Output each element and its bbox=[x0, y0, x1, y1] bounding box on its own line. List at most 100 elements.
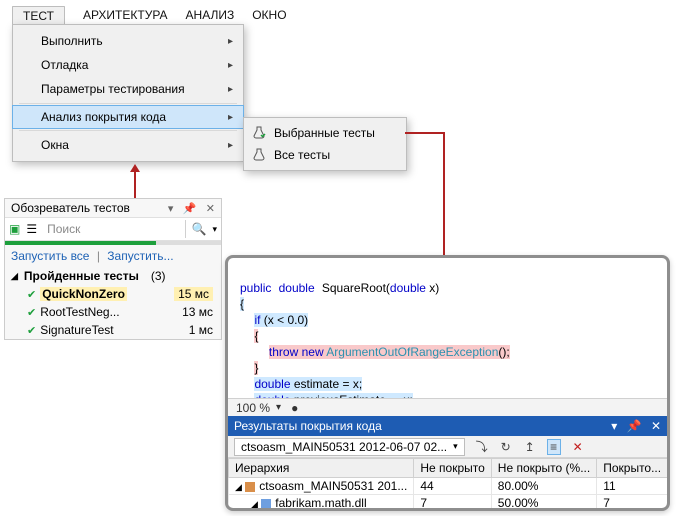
arrowhead-up-icon bbox=[130, 164, 140, 172]
submenu-all-tests[interactable]: Все тесты bbox=[244, 144, 406, 166]
dll-icon bbox=[261, 499, 271, 509]
table-row[interactable]: ◢ ctsoasm_MAIN50531 201... 44 80.00% 11 bbox=[229, 478, 668, 495]
chevron-right-icon: ▸ bbox=[228, 36, 233, 47]
dropdown-arrow-icon[interactable]: ▾ bbox=[611, 419, 617, 433]
code-token: ArgumentOutOfRangeException bbox=[326, 345, 498, 359]
code-token: double bbox=[390, 281, 426, 295]
test-item[interactable]: ✔QuickNonZero 15 мс bbox=[5, 285, 221, 303]
pin-icon[interactable]: 📌 bbox=[627, 419, 642, 433]
test-duration: 15 мс bbox=[174, 287, 213, 301]
test-list: ✔QuickNonZero 15 мс ✔RootTestNeg... 13 м… bbox=[5, 285, 221, 339]
dropdown-arrow-icon[interactable]: ▾ bbox=[212, 224, 217, 235]
menu-run[interactable]: Выполнить ▸ bbox=[13, 29, 243, 53]
pass-icon: ✔ bbox=[27, 307, 36, 319]
row-not-covered: 44 bbox=[414, 478, 491, 495]
menu-code-coverage[interactable]: Анализ покрытия кода▸ bbox=[12, 105, 244, 129]
pass-icon: ✔ bbox=[27, 289, 36, 301]
code-coverage-submenu: Выбранные тесты Все тесты bbox=[243, 117, 407, 171]
editor-coverage-frame: public double SquareRoot(double x) { if … bbox=[225, 255, 670, 511]
run-all-link[interactable]: Запустить все bbox=[11, 249, 89, 263]
test-item[interactable]: ✔ SignatureTest 1 мс bbox=[5, 321, 221, 339]
chevron-right-icon: ▸ bbox=[228, 140, 233, 151]
col-not-covered[interactable]: Не покрыто bbox=[414, 459, 491, 478]
coverage-results-title: Результаты покрытия кода bbox=[234, 419, 382, 433]
toggle-color-highlight-icon[interactable]: ≡ bbox=[547, 439, 561, 455]
submenu-selected-label: Выбранные тесты bbox=[274, 126, 375, 140]
flask-check-icon bbox=[252, 126, 266, 140]
code-token: (x < 0.0) bbox=[260, 313, 308, 327]
menu-windows[interactable]: Окна▸ bbox=[13, 133, 243, 157]
dropdown-arrow-icon[interactable]: ▾ bbox=[168, 203, 174, 215]
col-hierarchy[interactable]: Иерархия bbox=[229, 459, 414, 478]
row-not-covered-pct: 50.00% bbox=[491, 495, 596, 512]
menu-debug-label: Отладка bbox=[41, 58, 88, 72]
close-icon[interactable]: ✕ bbox=[651, 419, 661, 433]
group-count: (3) bbox=[151, 269, 166, 283]
row-covered: 11 bbox=[597, 478, 668, 495]
nav-bullet-icon[interactable]: ● bbox=[291, 401, 298, 415]
zoom-level[interactable]: 100 % bbox=[236, 401, 270, 415]
code-token: double bbox=[279, 281, 315, 295]
close-icon[interactable]: ✕ bbox=[206, 203, 215, 215]
pass-icon: ✔ bbox=[27, 325, 36, 337]
group-by-icon[interactable]: ☰ bbox=[26, 222, 37, 236]
group-passed-label: Пройденные тесты bbox=[24, 269, 139, 283]
test-name: SignatureTest bbox=[40, 323, 113, 337]
code-token: throw bbox=[269, 345, 298, 359]
expand-icon[interactable]: ◢ bbox=[235, 482, 242, 492]
flask-icon bbox=[252, 148, 266, 162]
menu-separator bbox=[19, 130, 237, 131]
code-token: double bbox=[254, 377, 290, 391]
code-token: { bbox=[254, 329, 258, 343]
annotation-line bbox=[405, 132, 445, 134]
col-covered[interactable]: Покрыто... bbox=[597, 459, 668, 478]
col-not-covered-pct[interactable]: Не покрыто (%... bbox=[491, 459, 596, 478]
code-token: public bbox=[240, 281, 271, 295]
zoom-strip: 100 % ▾ ● bbox=[228, 398, 667, 416]
code-token: estimate = x; bbox=[291, 377, 363, 391]
export-icon[interactable]: ↥ bbox=[523, 440, 537, 454]
submenu-all-label: Все тесты bbox=[274, 148, 330, 162]
menu-code-coverage-label: Анализ покрытия кода bbox=[41, 110, 166, 124]
menu-debug[interactable]: Отладка ▸ bbox=[13, 53, 243, 77]
coverage-toolbar: ctsoasm_MAIN50531 2012-06-07 02... ▾ ⤵ ↻… bbox=[228, 436, 667, 458]
chevron-right-icon: ▸ bbox=[228, 84, 233, 95]
assembly-icon bbox=[245, 482, 255, 492]
chevron-right-icon: ▸ bbox=[228, 60, 233, 71]
code-token: { bbox=[240, 297, 244, 311]
row-name: ctsoasm_MAIN50531 201... bbox=[259, 479, 407, 493]
run-link[interactable]: Запустить... bbox=[107, 249, 173, 263]
test-explorer-panel: Обозреватель тестов ▾ 📌 ✕ ▣ ☰ Поиск 🔍 ▾ … bbox=[4, 198, 222, 340]
menu-test-settings[interactable]: Параметры тестирования▸ bbox=[13, 77, 243, 101]
code-token: (); bbox=[498, 345, 509, 359]
chevron-down-icon: ▾ bbox=[453, 441, 458, 452]
expand-icon[interactable]: ◢ bbox=[251, 499, 258, 509]
import-icon[interactable]: ⤵ bbox=[475, 438, 489, 455]
test-menu-dropdown: Выполнить ▸ Отладка ▸ Параметры тестирован… bbox=[12, 24, 244, 162]
test-duration: 1 мс bbox=[189, 323, 213, 337]
menu-run-label: Выполнить bbox=[41, 34, 103, 48]
row-not-covered-pct: 80.00% bbox=[491, 478, 596, 495]
test-item[interactable]: ✔RootTestNeg... 13 мс bbox=[5, 303, 221, 321]
code-token: SquareRoot( bbox=[322, 281, 390, 295]
table-row[interactable]: ◢ fabrikam.math.dll 7 50.00% 7 bbox=[229, 495, 668, 512]
collapse-icon[interactable]: ◢ bbox=[11, 271, 18, 282]
submenu-selected-tests[interactable]: Выбранные тесты bbox=[244, 122, 406, 144]
chevron-down-icon[interactable]: ▾ bbox=[276, 402, 281, 413]
pin-icon[interactable]: 📌 bbox=[183, 203, 197, 215]
test-name: RootTestNeg... bbox=[40, 305, 119, 319]
code-token: x) bbox=[426, 281, 439, 295]
results-dropdown[interactable]: ctsoasm_MAIN50531 2012-06-07 02... ▾ bbox=[234, 438, 465, 456]
row-covered: 7 bbox=[597, 495, 668, 512]
row-not-covered: 7 bbox=[414, 495, 491, 512]
run-all-icon[interactable]: ▣ bbox=[9, 222, 20, 236]
search-input[interactable]: Поиск bbox=[43, 220, 185, 238]
search-icon[interactable]: 🔍 bbox=[192, 222, 207, 236]
coverage-results-table: Иерархия Не покрыто Не покрыто (%... Пок… bbox=[228, 458, 667, 508]
coverage-results-header: Результаты покрытия кода ▾ 📌 ✕ bbox=[228, 416, 667, 436]
delete-icon[interactable]: ✕ bbox=[571, 440, 585, 454]
menu-window[interactable]: ОКНО bbox=[252, 6, 286, 28]
refresh-icon[interactable]: ↻ bbox=[499, 440, 513, 454]
test-explorer-title: Обозреватель тестов bbox=[11, 201, 130, 215]
code-token: new bbox=[302, 345, 324, 359]
